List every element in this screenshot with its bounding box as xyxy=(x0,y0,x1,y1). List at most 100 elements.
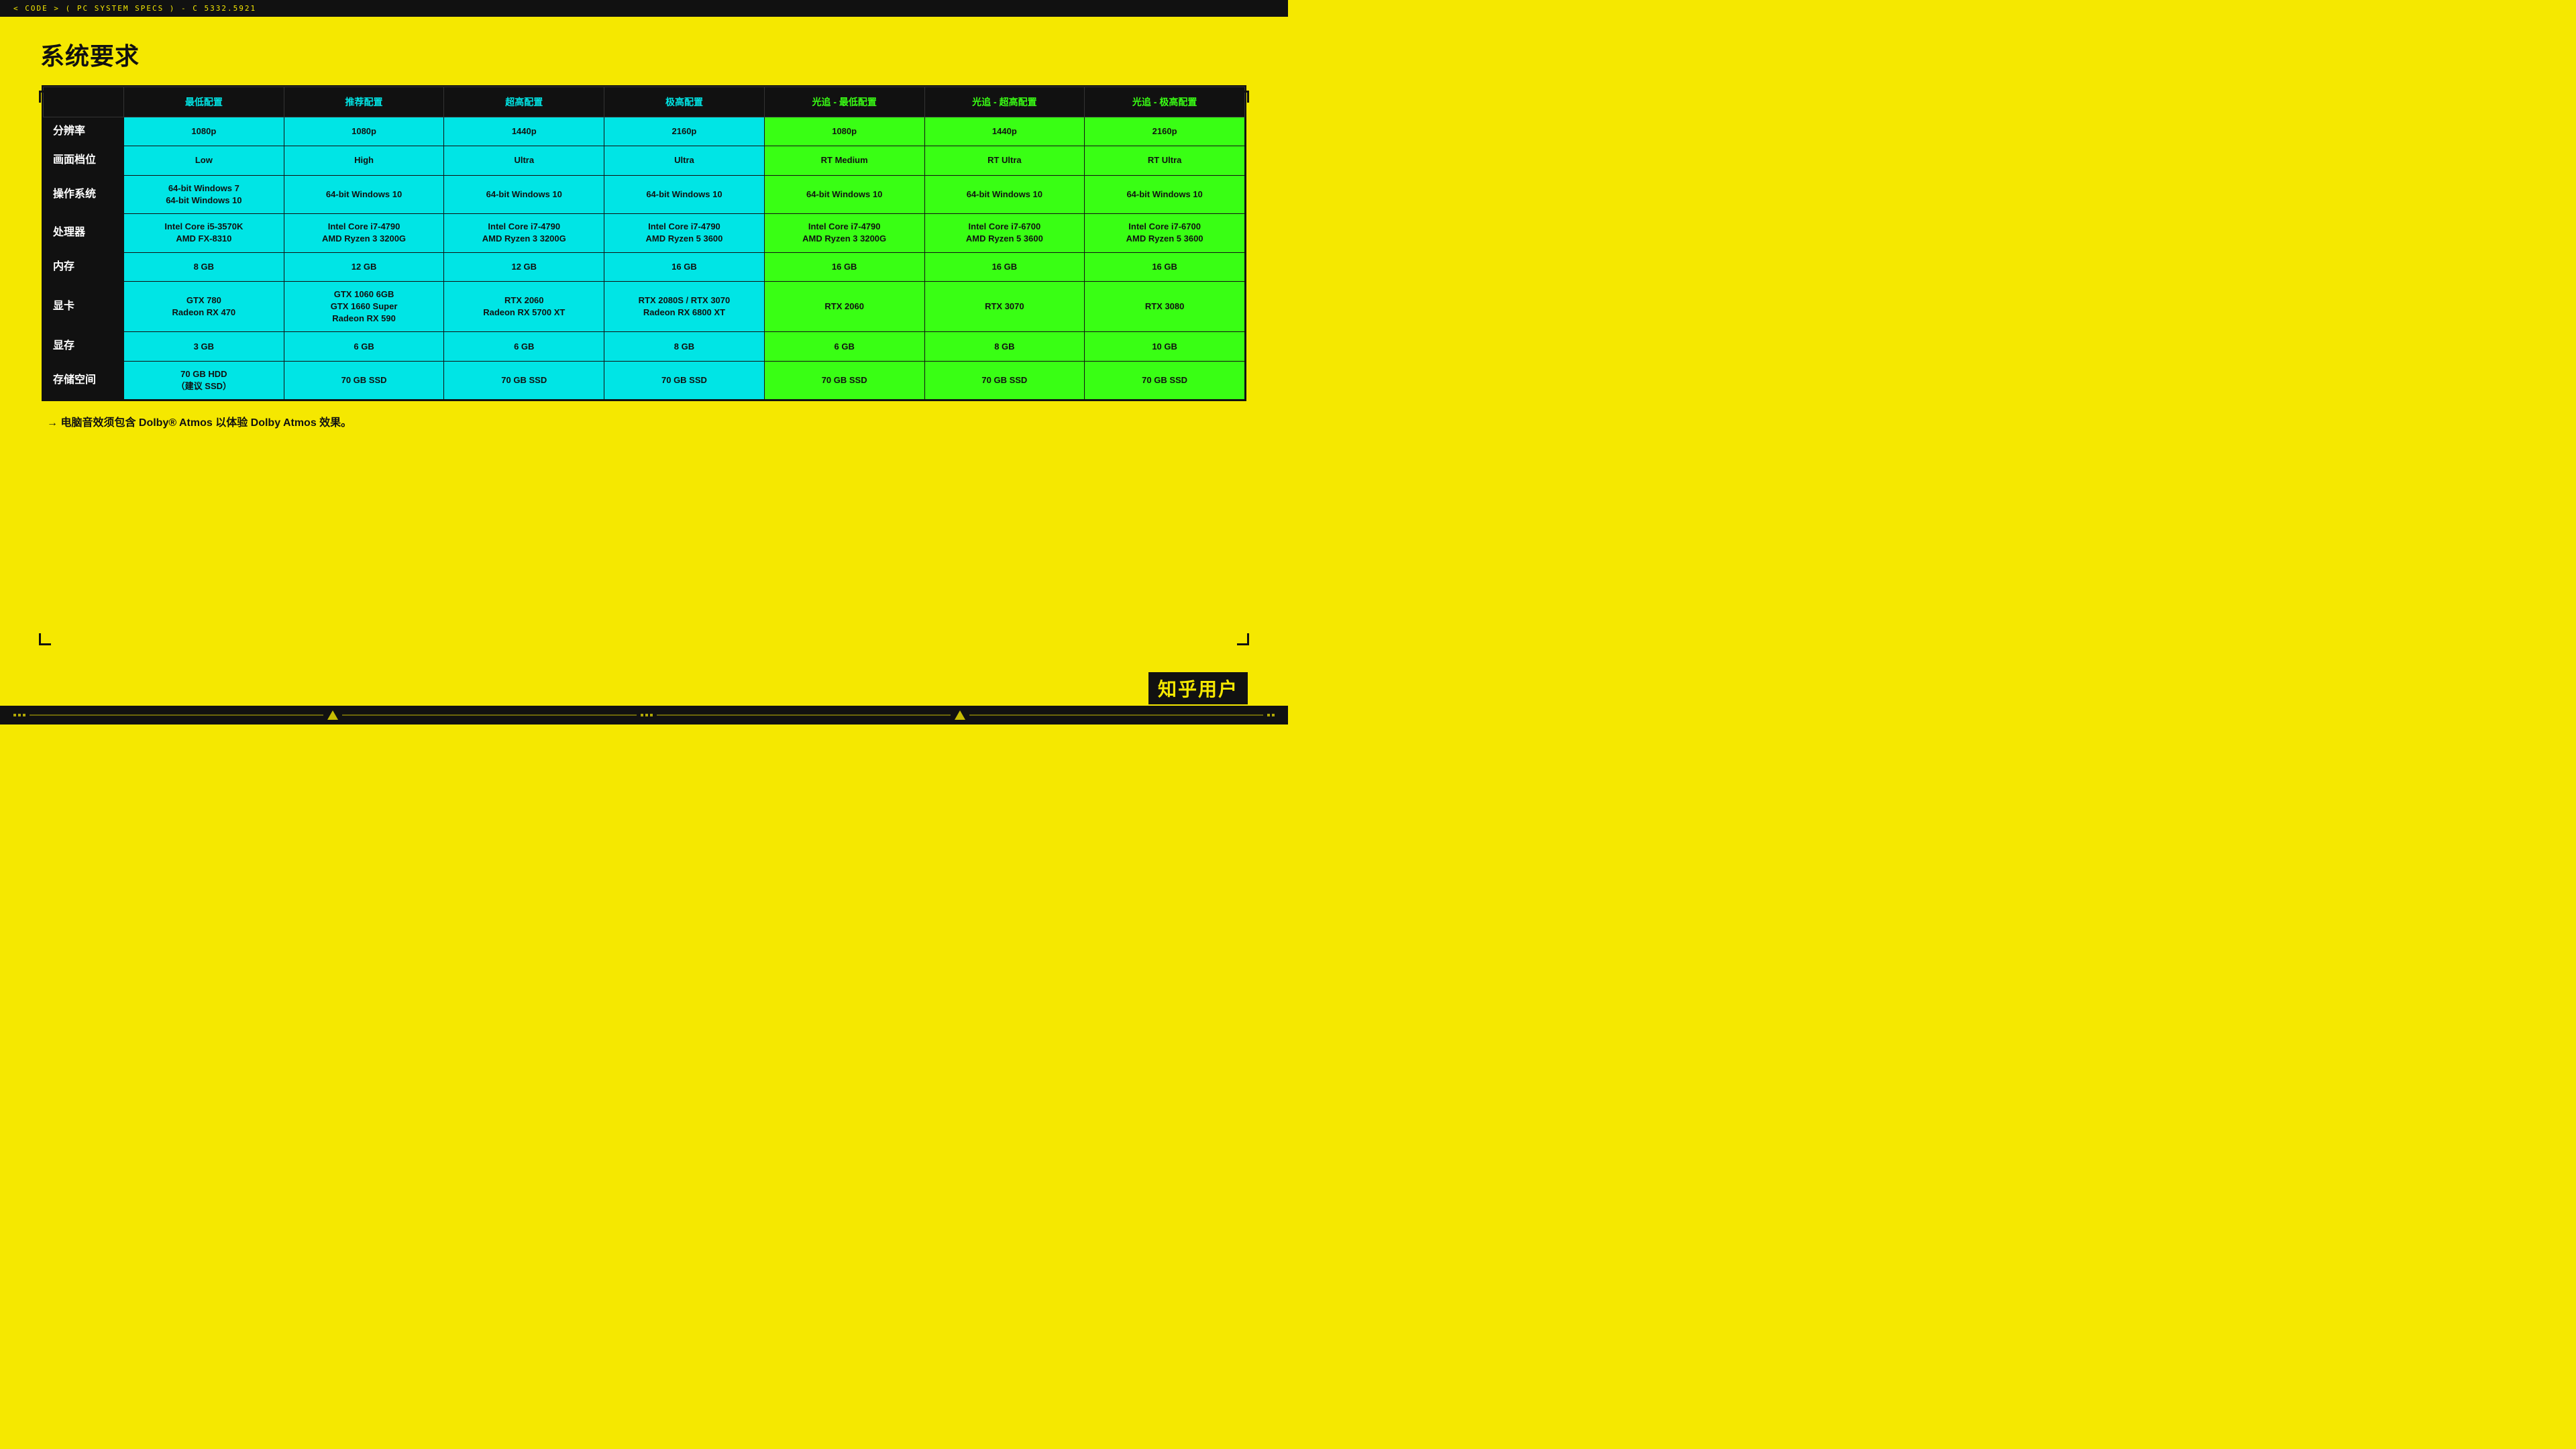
cell-5-3: RTX 2080S / RTX 3070 Radeon RX 6800 XT xyxy=(604,281,765,332)
cell-5-6: RTX 3080 xyxy=(1085,281,1245,332)
cell-3-3: Intel Core i7-4790 AMD Ryzen 5 3600 xyxy=(604,214,765,252)
triangle-decoration xyxy=(327,710,338,720)
triangle-decoration-2 xyxy=(955,710,965,720)
cell-0-2: 1440p xyxy=(444,117,604,146)
specs-table: 最低配置 推荐配置 超高配置 极高配置 光追 - 最低配置 光追 - 超高配置 … xyxy=(43,87,1245,400)
cell-7-4: 70 GB SSD xyxy=(764,361,924,399)
bottom-bar-decoration xyxy=(13,710,1275,720)
cell-6-5: 8 GB xyxy=(924,332,1085,361)
cell-2-5: 64-bit Windows 10 xyxy=(924,175,1085,213)
cell-3-4: Intel Core i7-4790 AMD Ryzen 3 3200G xyxy=(764,214,924,252)
page-title: 系统要求 xyxy=(40,37,1248,72)
bar-line-1 xyxy=(30,714,323,716)
header-row-label xyxy=(44,87,124,117)
table-body: 分辨率1080p1080p1440p2160p1080p1440p2160p画面… xyxy=(44,117,1245,400)
cell-4-4: 16 GB xyxy=(764,252,924,281)
bar-line-2 xyxy=(342,714,636,716)
row-label-5: 显卡 xyxy=(44,281,124,332)
cell-3-2: Intel Core i7-4790 AMD Ryzen 3 3200G xyxy=(444,214,604,252)
cell-2-3: 64-bit Windows 10 xyxy=(604,175,765,213)
cell-0-4: 1080p xyxy=(764,117,924,146)
table-row: 显卡GTX 780 Radeon RX 470GTX 1060 6GB GTX … xyxy=(44,281,1245,332)
cell-4-2: 12 GB xyxy=(444,252,604,281)
header-row: 最低配置 推荐配置 超高配置 极高配置 光追 - 最低配置 光追 - 超高配置 … xyxy=(44,87,1245,117)
cell-5-4: RTX 2060 xyxy=(764,281,924,332)
table-row: 操作系统64-bit Windows 7 64-bit Windows 1064… xyxy=(44,175,1245,213)
cell-1-0: Low xyxy=(124,146,284,175)
row-label-6: 显存 xyxy=(44,332,124,361)
header-rt-min: 光追 - 最低配置 xyxy=(764,87,924,117)
cell-1-2: Ultra xyxy=(444,146,604,175)
cell-0-1: 1080p xyxy=(284,117,444,146)
cell-7-5: 70 GB SSD xyxy=(924,361,1085,399)
dot xyxy=(641,714,643,716)
cell-6-1: 6 GB xyxy=(284,332,444,361)
cell-7-2: 70 GB SSD xyxy=(444,361,604,399)
top-bar: < CODE > ( PC SYSTEM SPECS ) - C 5332.59… xyxy=(0,0,1288,17)
dot xyxy=(23,714,25,716)
table-row: 分辨率1080p1080p1440p2160p1080p1440p2160p xyxy=(44,117,1245,146)
header-rec: 推荐配置 xyxy=(284,87,444,117)
cell-6-4: 6 GB xyxy=(764,332,924,361)
cell-6-2: 6 GB xyxy=(444,332,604,361)
row-label-1: 画面档位 xyxy=(44,146,124,175)
cell-5-1: GTX 1060 6GB GTX 1660 Super Radeon RX 59… xyxy=(284,281,444,332)
dot-group-3 xyxy=(1267,714,1275,716)
cell-2-1: 64-bit Windows 10 xyxy=(284,175,444,213)
header-ultra: 超高配置 xyxy=(444,87,604,117)
bar-line-4 xyxy=(969,714,1263,716)
cell-7-1: 70 GB SSD xyxy=(284,361,444,399)
cell-0-5: 1440p xyxy=(924,117,1085,146)
cell-5-2: RTX 2060 Radeon RX 5700 XT xyxy=(444,281,604,332)
row-label-3: 处理器 xyxy=(44,214,124,252)
cell-7-0: 70 GB HDD （建议 SSD） xyxy=(124,361,284,399)
cell-2-6: 64-bit Windows 10 xyxy=(1085,175,1245,213)
cell-2-2: 64-bit Windows 10 xyxy=(444,175,604,213)
cell-5-5: RTX 3070 xyxy=(924,281,1085,332)
cell-4-0: 8 GB xyxy=(124,252,284,281)
cell-1-1: High xyxy=(284,146,444,175)
row-label-7: 存储空间 xyxy=(44,361,124,399)
cell-5-0: GTX 780 Radeon RX 470 xyxy=(124,281,284,332)
table-row: 内存8 GB12 GB12 GB16 GB16 GB16 GB16 GB xyxy=(44,252,1245,281)
cell-0-6: 2160p xyxy=(1085,117,1245,146)
cell-4-3: 16 GB xyxy=(604,252,765,281)
footer-note: → 电脑音效须包含 Dolby® Atmos 以体验 Dolby Atmos 效… xyxy=(40,413,1248,429)
cell-3-1: Intel Core i7-4790 AMD Ryzen 3 3200G xyxy=(284,214,444,252)
cell-1-3: Ultra xyxy=(604,146,765,175)
header-min: 最低配置 xyxy=(124,87,284,117)
dot xyxy=(1272,714,1275,716)
cell-6-3: 8 GB xyxy=(604,332,765,361)
header-max: 极高配置 xyxy=(604,87,765,117)
cell-7-6: 70 GB SSD xyxy=(1085,361,1245,399)
cell-1-5: RT Ultra xyxy=(924,146,1085,175)
dot-group-1 xyxy=(13,714,25,716)
top-bar-label: < CODE > ( PC SYSTEM SPECS ) - C 5332.59… xyxy=(13,4,256,13)
dot xyxy=(650,714,653,716)
corner-decoration-tr xyxy=(1237,91,1249,103)
cell-2-0: 64-bit Windows 7 64-bit Windows 10 xyxy=(124,175,284,213)
bottom-bar xyxy=(0,706,1288,724)
cell-1-6: RT Ultra xyxy=(1085,146,1245,175)
cell-3-0: Intel Core i5-3570K AMD FX-8310 xyxy=(124,214,284,252)
row-label-4: 内存 xyxy=(44,252,124,281)
dot xyxy=(645,714,648,716)
cell-1-4: RT Medium xyxy=(764,146,924,175)
header-rt-ultra: 光追 - 超高配置 xyxy=(924,87,1085,117)
table-row: 处理器Intel Core i5-3570K AMD FX-8310Intel … xyxy=(44,214,1245,252)
cell-2-4: 64-bit Windows 10 xyxy=(764,175,924,213)
cell-4-6: 16 GB xyxy=(1085,252,1245,281)
cell-0-3: 2160p xyxy=(604,117,765,146)
corner-decoration-br xyxy=(1237,633,1249,645)
cell-6-0: 3 GB xyxy=(124,332,284,361)
corner-decoration-bl xyxy=(39,633,51,645)
table-header: 最低配置 推荐配置 超高配置 极高配置 光追 - 最低配置 光追 - 超高配置 … xyxy=(44,87,1245,117)
watermark: 知乎用户 xyxy=(1148,672,1248,704)
cell-4-1: 12 GB xyxy=(284,252,444,281)
cell-4-5: 16 GB xyxy=(924,252,1085,281)
cell-0-0: 1080p xyxy=(124,117,284,146)
cell-6-6: 10 GB xyxy=(1085,332,1245,361)
cell-3-5: Intel Core i7-6700 AMD Ryzen 5 3600 xyxy=(924,214,1085,252)
header-rt-max: 光追 - 极高配置 xyxy=(1085,87,1245,117)
table-row: 显存3 GB6 GB6 GB8 GB6 GB8 GB10 GB xyxy=(44,332,1245,361)
